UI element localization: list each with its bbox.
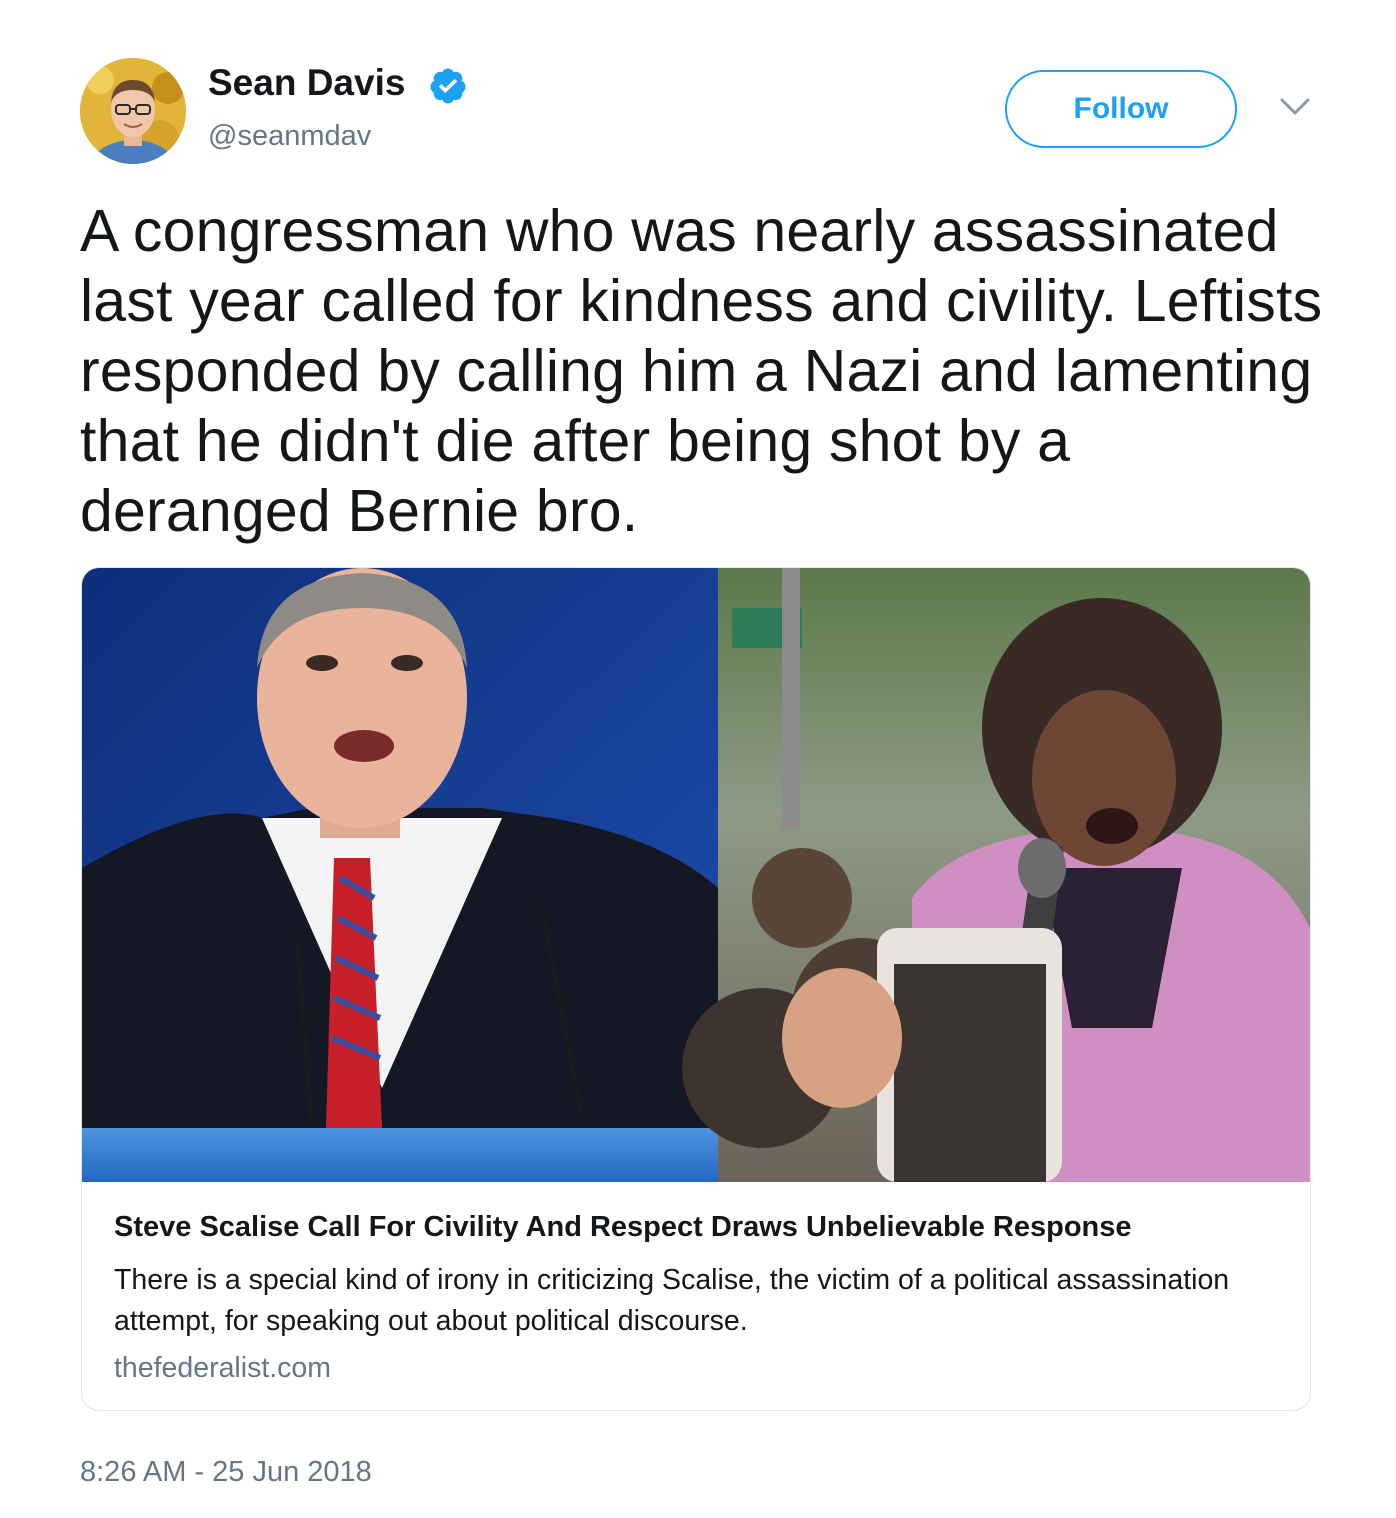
follow-button[interactable]: Follow [1005,70,1237,148]
card-domain[interactable]: thefederalist.com [114,1352,331,1385]
user-handle[interactable]: @seanmdav [208,120,371,153]
link-card[interactable]: Steve Scalise Call For Civility And Resp… [81,567,1311,1411]
display-name[interactable]: Sean Davis [208,62,405,104]
verified-badge-icon [430,68,466,104]
chevron-down-icon[interactable] [1278,94,1312,120]
card-title[interactable]: Steve Scalise Call For Civility And Resp… [114,1211,1132,1244]
card-image [82,568,1310,1182]
avatar-photo [80,58,186,164]
tweet-text: A congressman who was nearly assassinate… [80,198,1323,544]
card-description: There is a special kind of irony in crit… [114,1264,1230,1337]
avatar[interactable] [80,58,186,164]
tweet-timestamp[interactable]: 8:26 AM - 25 Jun 2018 [80,1456,372,1489]
